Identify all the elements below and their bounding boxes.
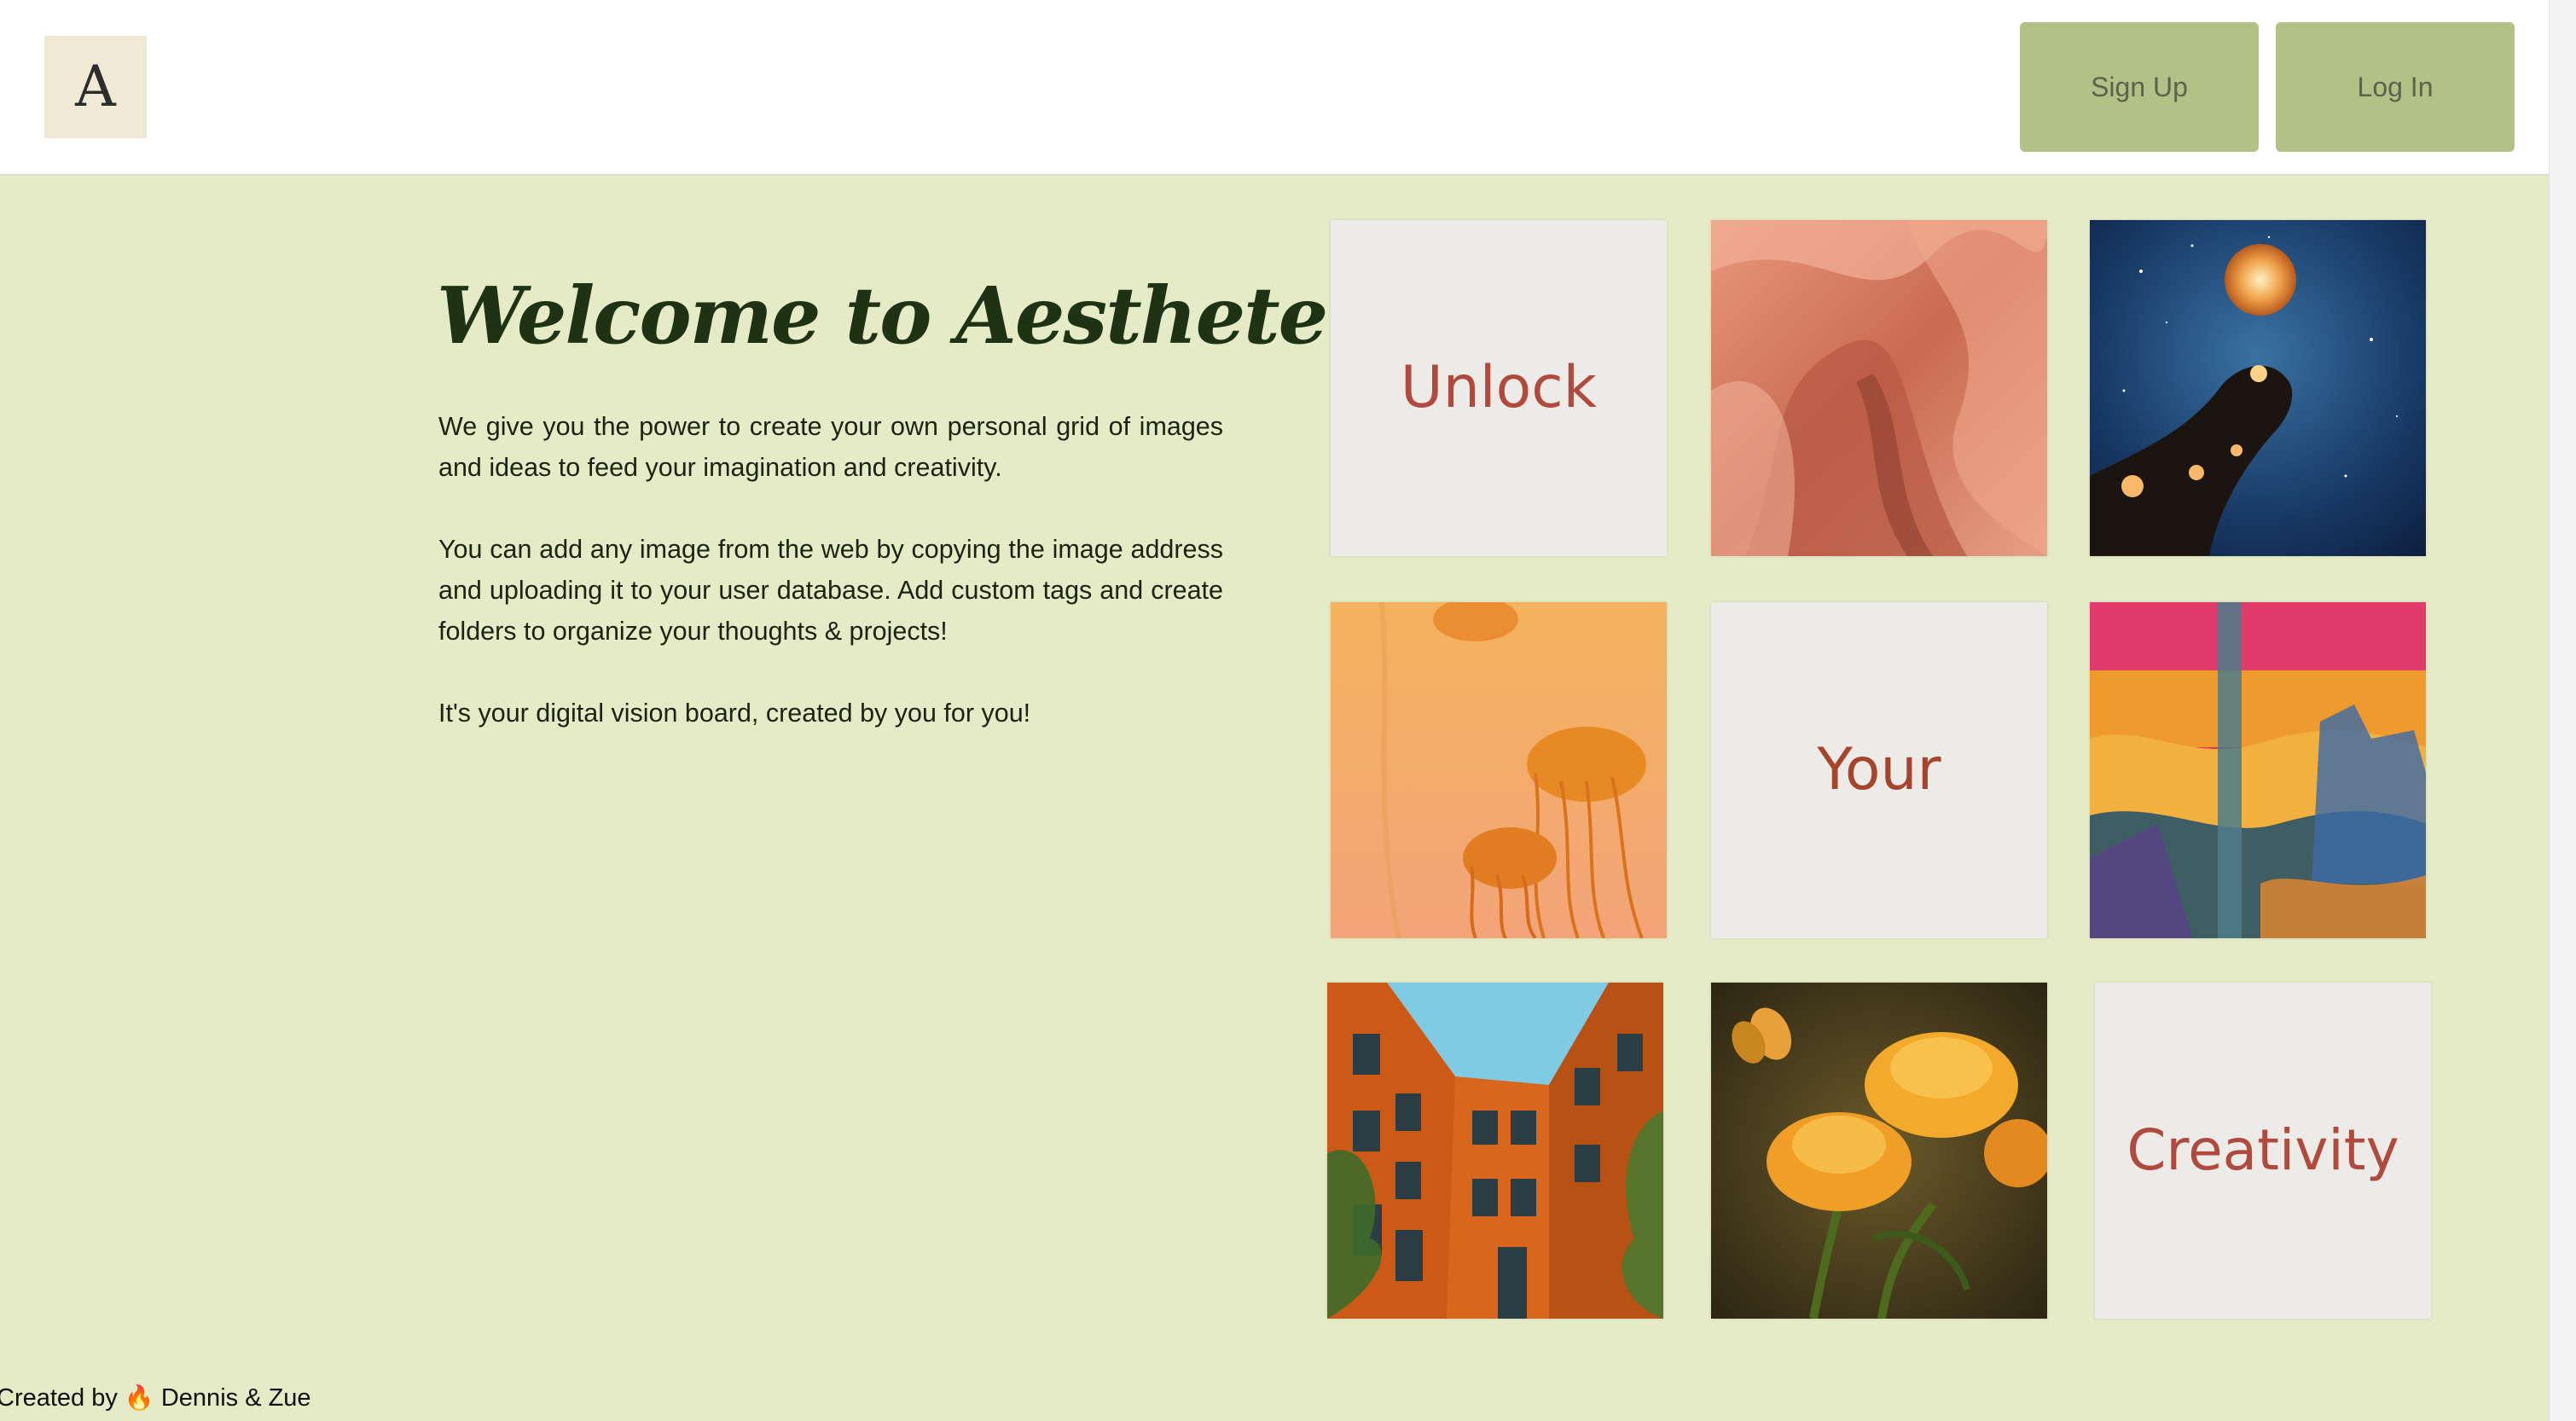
footer-prefix: Created by	[0, 1384, 118, 1412]
intro-paragraph: We give you the power to create your own…	[438, 412, 1223, 482]
red-sandstone-canyon-image	[1711, 220, 2047, 556]
word-tile-label: Your	[1817, 736, 1941, 803]
page-scrollbar[interactable]	[2549, 0, 2576, 1421]
word-tile-creativity: Creativity	[2095, 983, 2431, 1319]
word-tile-unlock: Unlock	[1331, 220, 1667, 556]
orange-jellyfish-image	[1331, 602, 1667, 938]
abstract-painted-landscape-image	[2090, 602, 2426, 938]
footer-credit: Created by 🔥 Dennis & Zue	[0, 1383, 311, 1412]
vision-board-paragraph: It's your digital vision board, created …	[438, 699, 1031, 728]
logo-letter: A	[75, 54, 116, 119]
word-tile-label: Unlock	[1400, 354, 1598, 421]
upload-paragraph: You can add any image from the web by co…	[438, 535, 1223, 646]
hand-holding-glowing-orb-galaxy-image	[2090, 220, 2426, 556]
flame-icon: 🔥	[124, 1384, 154, 1411]
footer-authors: Dennis & Zue	[160, 1384, 311, 1412]
yellow-flowers-butterfly-image	[1711, 983, 2047, 1319]
sign-up-button[interactable]: Sign Up	[2020, 22, 2259, 152]
word-tile-your: Your	[1711, 602, 2047, 938]
log-in-button[interactable]: Log In	[2276, 22, 2515, 152]
header-bar: A Sign Up Log In	[0, 0, 2549, 176]
page-title: Welcome to Aesthete !	[437, 270, 1387, 362]
main-section: Welcome to Aesthete ! We give you the po…	[0, 176, 2549, 1421]
word-tile-label: Creativity	[2126, 1117, 2399, 1183]
orange-building-courtyard-image	[1327, 983, 1663, 1319]
logo[interactable]: A	[44, 36, 147, 138]
